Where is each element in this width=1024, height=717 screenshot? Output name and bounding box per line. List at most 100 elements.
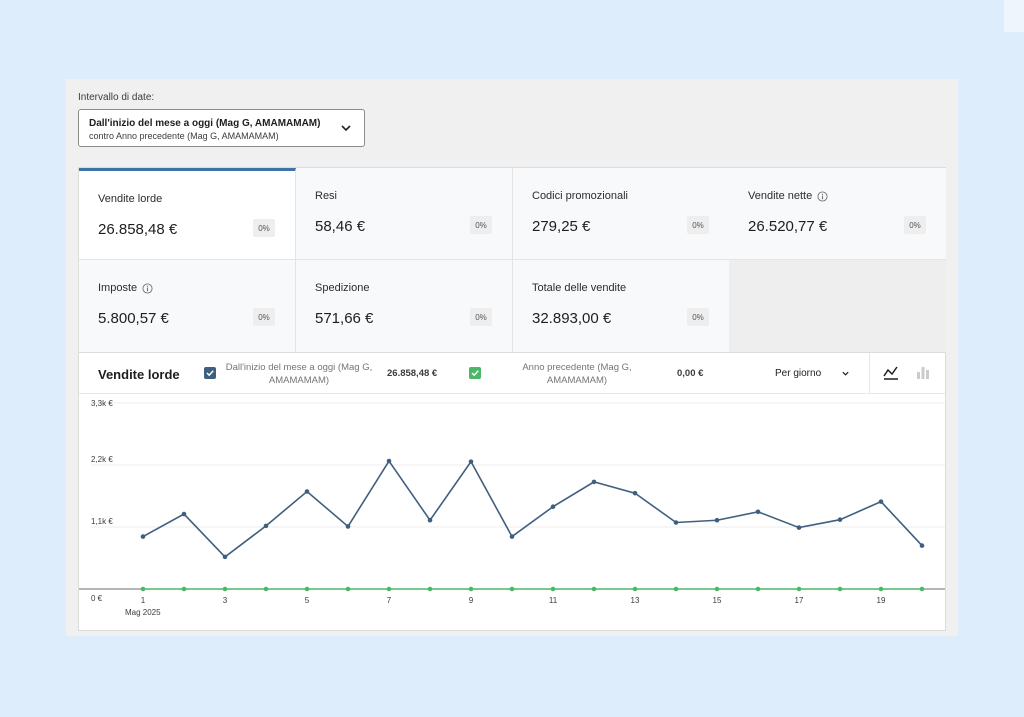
x-tick-label: 9: [469, 596, 474, 605]
stat-value: 32.893,00 €: [532, 310, 612, 327]
chart-card: Vendite lorde Dall'inizio del mese a ogg…: [78, 353, 946, 631]
data-point: [386, 458, 392, 464]
stat-value: 571,66 €: [315, 310, 374, 327]
date-range-compare: contro Anno precedente (Mag G, AMAMAMAM): [89, 131, 279, 141]
x-tick-label: 1: [141, 596, 146, 605]
stat-net-sales[interactable]: Vendite nette 26.520,77 € 0%: [729, 168, 946, 260]
x-tick-label: 19: [877, 596, 886, 605]
data-point: [673, 520, 679, 525]
date-range-select[interactable]: Dall'inizio del mese a oggi (Mag G, AMAM…: [78, 109, 365, 147]
data-point: [632, 586, 638, 592]
stat-value: 26.520,77 €: [748, 218, 828, 235]
change-badge: 0%: [470, 308, 492, 326]
chart-header: Vendite lorde Dall'inizio del mese a ogg…: [79, 353, 945, 394]
data-point: [181, 586, 187, 592]
x-sub-label: Mag 2025: [125, 608, 161, 617]
data-point: [140, 534, 146, 539]
change-badge: 0%: [904, 216, 926, 234]
stat-value: 5.800,57 €: [98, 310, 169, 327]
stat-shipping[interactable]: Spedizione 571,66 € 0%: [296, 260, 513, 352]
stat-coupons[interactable]: Codici promozionali 279,25 € 0%: [513, 168, 730, 260]
legend-label-current: Dall'inizio del mese a oggi (Mag G, AMAM…: [225, 362, 373, 386]
chevron-down-icon[interactable]: [841, 369, 850, 378]
stat-value: 58,46 €: [315, 218, 366, 235]
x-tick-label: 11: [549, 596, 558, 605]
data-point: [304, 586, 310, 592]
data-point: [386, 586, 392, 592]
data-point: [263, 586, 269, 592]
bar-chart-icon[interactable]: [914, 364, 932, 382]
chevron-down-icon: [341, 125, 351, 132]
data-point: [919, 543, 925, 548]
info-icon: [142, 282, 153, 294]
window-corner: [1003, 0, 1024, 32]
line-chart-icon[interactable]: [882, 364, 900, 382]
change-badge: 0%: [470, 216, 492, 234]
data-point: [468, 586, 474, 592]
data-point: [550, 586, 556, 592]
stat-taxes[interactable]: Imposte 5.800,57 € 0%: [79, 260, 296, 352]
series-line-current: [142, 459, 923, 558]
legend-value-previous: 0,00 €: [677, 368, 704, 379]
data-point: [878, 499, 884, 504]
date-range-main: Dall'inizio del mese a oggi (Mag G, AMAM…: [89, 118, 321, 129]
stat-label: Imposte: [98, 282, 138, 294]
data-point: [796, 586, 802, 592]
check-icon: [206, 370, 214, 377]
stat-empty-cell: [729, 260, 946, 352]
y-tick-label: 0 €: [91, 594, 103, 603]
series-previous-checkbox[interactable]: [469, 367, 481, 379]
stats-summary: Vendite lorde 26.858,48 € 0% Resi 58,46 …: [78, 167, 946, 353]
data-point: [632, 490, 638, 496]
change-badge: 0%: [253, 308, 275, 326]
stat-value: 279,25 €: [532, 218, 591, 235]
stat-gross-sales[interactable]: Vendite lorde 26.858,48 € 0%: [79, 168, 296, 260]
stat-total-sales[interactable]: Totale delle vendite 32.893,00 € 0%: [513, 260, 730, 352]
x-tick-label: 13: [631, 596, 640, 605]
series-current-checkbox[interactable]: [204, 367, 216, 379]
stat-label: Codici promozionali: [532, 190, 628, 202]
data-point: [427, 586, 433, 592]
data-point: [345, 586, 351, 592]
data-point: [222, 554, 228, 560]
stat-label: Spedizione: [315, 282, 370, 294]
data-point: [550, 504, 556, 510]
stat-value: 26.858,48 €: [98, 221, 178, 238]
x-tick-label: 17: [795, 596, 804, 605]
x-tick-label: 7: [387, 596, 392, 605]
data-point: [755, 586, 761, 592]
date-range-label: Intervallo di date:: [78, 92, 155, 103]
data-point: [509, 586, 515, 592]
data-point: [878, 586, 884, 592]
data-point: [345, 524, 351, 529]
data-point: [591, 479, 597, 485]
data-point: [591, 586, 597, 592]
data-point: [796, 525, 802, 530]
change-badge: 0%: [253, 219, 275, 237]
stat-label: Vendite lorde: [98, 193, 163, 205]
change-badge: 0%: [687, 308, 709, 326]
y-tick-label: 2,2k €: [91, 455, 113, 464]
y-tick-label: 1,1k €: [91, 517, 113, 526]
line-chart: 3,3k €2,2k €1,1k €0 €1 3 5 7 9 11 13 15 17 19Mag …: [79, 399, 945, 617]
y-tick-label: 3,3k €: [91, 399, 113, 408]
stat-returns[interactable]: Resi 58,46 € 0%: [296, 168, 513, 260]
x-tick-label: 5: [305, 596, 310, 605]
data-point: [181, 511, 187, 517]
chart-title: Vendite lorde: [98, 367, 180, 382]
stat-label: Resi: [315, 190, 338, 202]
data-point: [714, 517, 720, 523]
interval-select[interactable]: Per giorno: [775, 368, 821, 379]
data-point: [304, 489, 310, 494]
data-point: [919, 586, 925, 592]
info-icon: [817, 190, 828, 202]
data-point: [140, 586, 146, 592]
data-point: [468, 459, 474, 464]
check-icon: [471, 370, 479, 377]
data-point: [263, 523, 269, 529]
data-point: [714, 586, 720, 592]
data-point: [673, 586, 679, 592]
change-badge: 0%: [687, 216, 709, 234]
data-point: [837, 586, 843, 592]
stat-label: Vendite nette: [748, 190, 813, 202]
